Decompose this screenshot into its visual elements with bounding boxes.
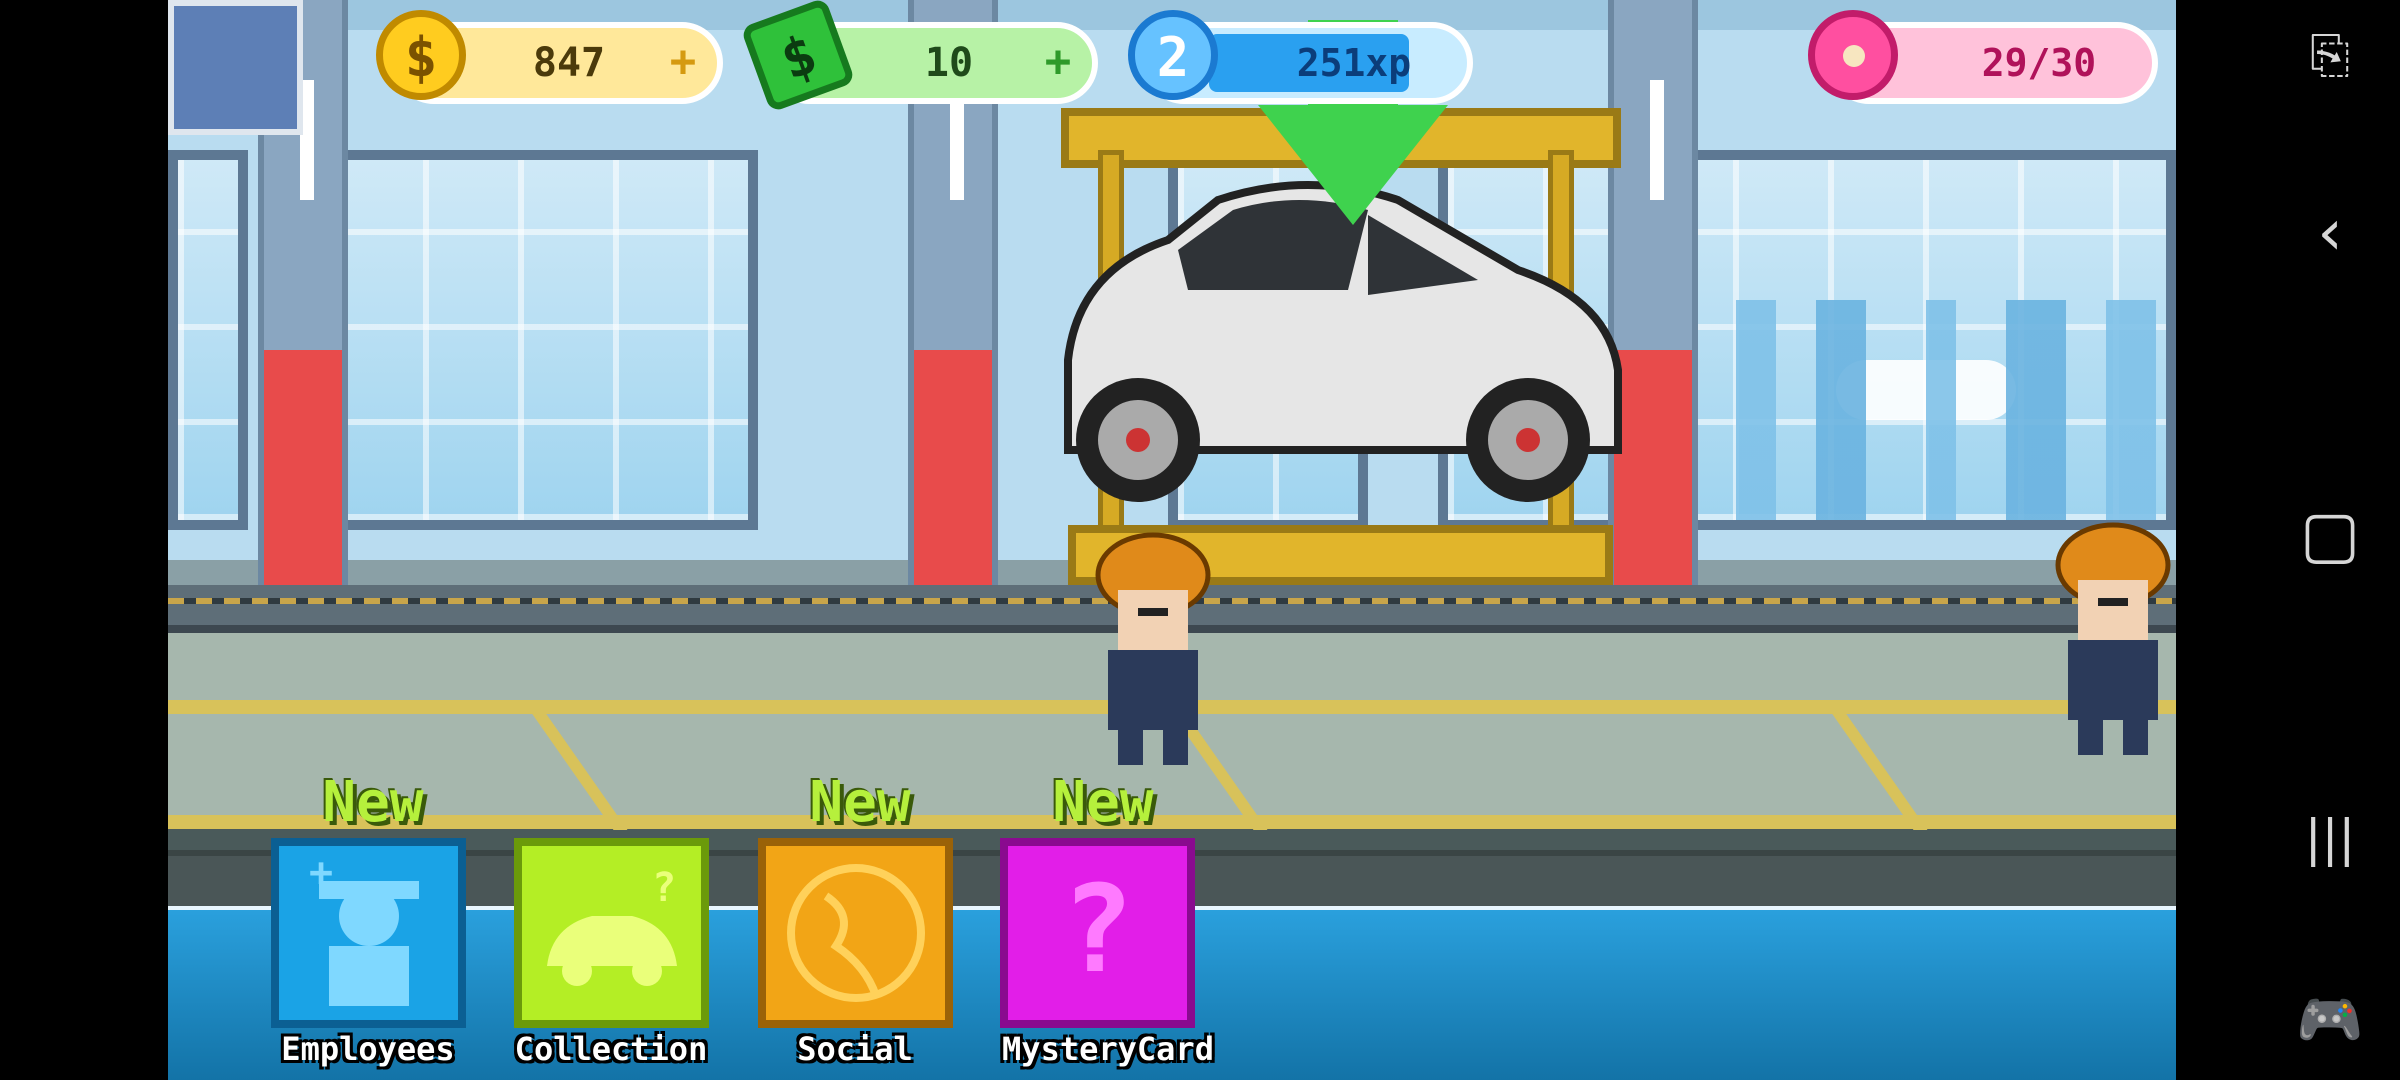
social-button[interactable] [758, 838, 953, 1028]
mysterycard-button[interactable]: ? [1000, 838, 1195, 1028]
worker-character[interactable] [2048, 520, 2176, 760]
collection-label: Collection [514, 1030, 708, 1068]
coins-value: 847 [532, 40, 606, 86]
game-tools-icon[interactable]: 🎮 [2280, 975, 2380, 1065]
add-coins-button[interactable]: + [663, 40, 703, 84]
floor-line [522, 700, 628, 830]
factory-window [318, 150, 758, 530]
floor-line [1822, 700, 1928, 830]
mysterycard-label: MysteryCard [1002, 1030, 1214, 1068]
recents-button[interactable]: ||| [2280, 793, 2380, 883]
employee-icon: + [309, 850, 419, 1006]
down-arrow-icon[interactable] [1258, 105, 1448, 225]
employees-label: Employees [281, 1030, 455, 1068]
new-badge-mysterycard: New [1052, 770, 1154, 835]
svg-text:?: ? [652, 865, 676, 911]
city-skyline [1706, 300, 2176, 520]
screen-capture-icon[interactable]: ⎘ [2280, 10, 2380, 100]
factory-window [168, 150, 248, 530]
collection-button[interactable]: ? [514, 838, 709, 1028]
question-mark-icon: ? [1061, 861, 1134, 1000]
car-collection-icon: ? [547, 865, 677, 986]
new-badge-employees: New [322, 770, 424, 835]
donut-icon [1808, 10, 1898, 100]
new-badge-social: New [809, 770, 911, 835]
game-viewport[interactable]: 847 + $ 10 + $ 251xp 2 29/30 New New New… [168, 0, 2176, 1080]
level-badge: 2 [1128, 10, 1218, 100]
svg-text:+: + [309, 850, 333, 896]
player-avatar[interactable] [168, 0, 303, 135]
social-label: Social [797, 1030, 913, 1068]
back-button[interactable]: ‹ [2280, 188, 2380, 278]
employees-button[interactable]: + [271, 838, 466, 1028]
coin-icon: $ [376, 10, 466, 100]
home-button[interactable]: ▢ [2280, 490, 2380, 580]
add-cash-button[interactable]: + [1038, 40, 1078, 84]
globe-icon [787, 864, 925, 1002]
cash-value: 10 [924, 40, 974, 86]
worker-character[interactable] [1088, 530, 1218, 770]
xp-value: 251xp [1296, 41, 1412, 85]
donuts-value: 29/30 [1981, 41, 2097, 85]
